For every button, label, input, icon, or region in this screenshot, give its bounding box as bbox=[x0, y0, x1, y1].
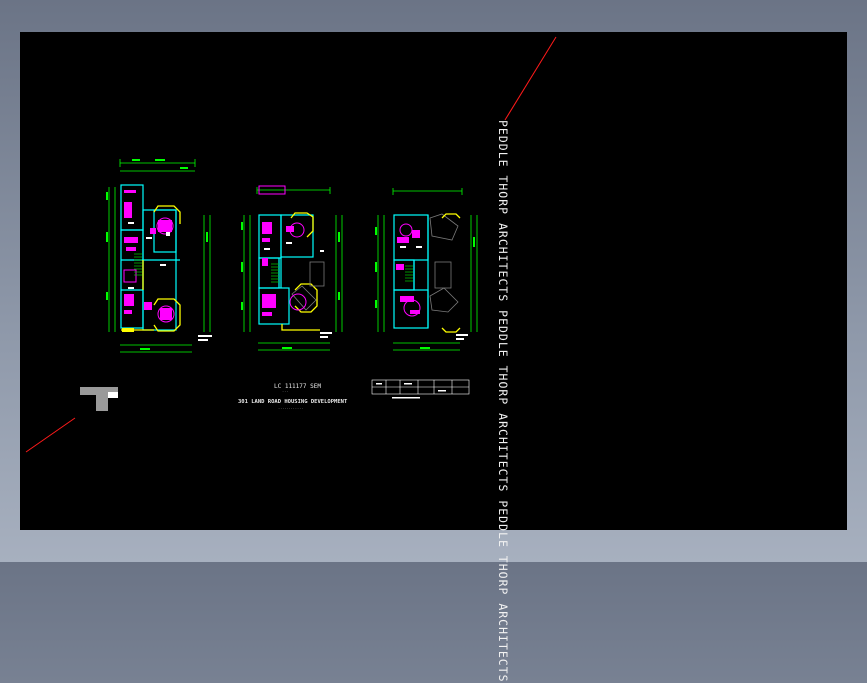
leader-line-bottom bbox=[25, 417, 76, 453]
legend-block bbox=[80, 387, 118, 411]
drawing-title-line-4: ............ bbox=[278, 406, 304, 410]
floor-plan-1 bbox=[106, 159, 212, 353]
leader-line-top bbox=[504, 36, 557, 121]
floor-plan-2 bbox=[241, 185, 343, 351]
watermark-text: PEDDLE THORP ARCHITECTS PEDDLE THORP ARC… bbox=[496, 120, 510, 683]
floor-plan-3 bbox=[375, 188, 478, 351]
drawing-title-line-2: ... bbox=[282, 389, 289, 393]
cad-drawing bbox=[25, 36, 557, 453]
schedule-table bbox=[371, 379, 470, 395]
drawing-title-line-3: 301 LAND ROAD HOUSING DEVELOPMENT bbox=[238, 399, 348, 405]
drawing-canvas[interactable]: PEDDLE THORP ARCHITECTS PEDDLE THORP ARC… bbox=[20, 32, 847, 683]
